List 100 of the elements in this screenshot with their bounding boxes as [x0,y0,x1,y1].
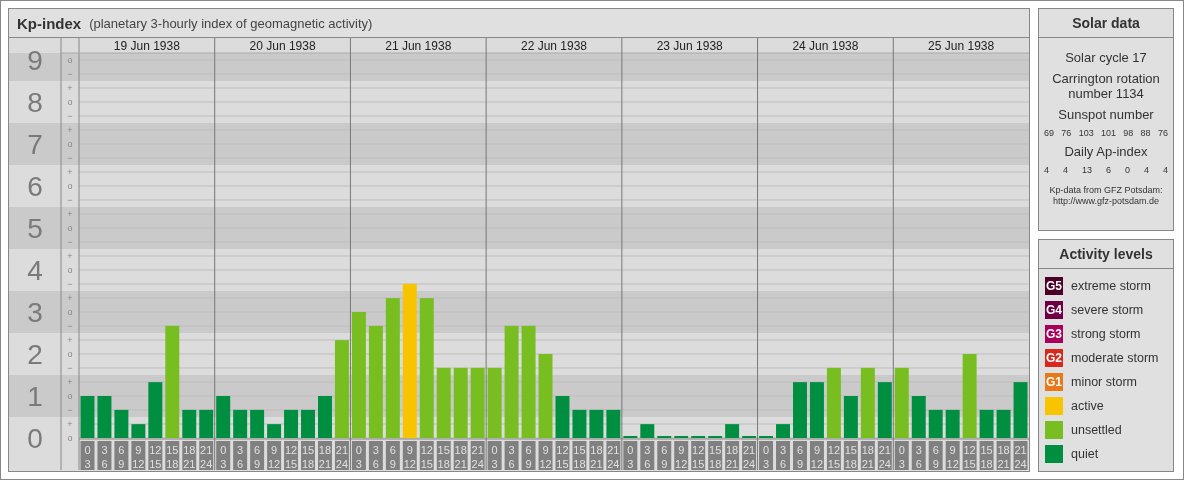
kp-bar [216,396,231,438]
ap-value: 6 [1105,165,1111,175]
time-slot-label: 18 21 [182,441,197,470]
time-slot-label: 9 12 [267,441,282,470]
time-slot-label: 0 3 [894,441,909,470]
sub-level-label: o [67,181,73,191]
time-slot-label: 6 9 [385,441,400,470]
sub-level-label: + [67,125,73,135]
sub-level-label: − [67,69,73,79]
kp-level-label: 5 [27,213,43,244]
kp-bar [80,396,95,438]
level-swatch: G4 [1045,301,1063,319]
time-slot-label: 6 9 [928,441,943,470]
sub-level-label: − [67,153,73,163]
time-slot-label: 0 3 [759,441,774,470]
time-slot-label: 21 24 [1013,441,1028,470]
sub-level-label: − [67,321,73,331]
kp-bar [793,382,807,438]
kp-bar [1013,382,1028,438]
kp-bar [284,409,299,438]
time-slot-label: 21 24 [470,441,485,470]
date-label: 24 Jun 1938 [792,39,859,53]
sub-level-label: − [67,111,73,121]
time-slot-label: 9 12 [131,441,146,470]
sub-level-label: + [67,167,73,177]
time-slot-label: 12 15 [284,441,299,470]
time-slot-label: 12 15 [962,441,977,470]
time-slot-label: 3 6 [368,441,383,470]
source-note: Kp-data from GFZ Potsdam: [1049,185,1163,196]
sunspot-value: 76 [1061,128,1072,138]
time-slot-label: 3 6 [233,441,248,470]
kp-level-label: 2 [27,339,43,370]
time-slot-label: 15 18 [436,441,451,470]
time-slot-label: 15 18 [165,441,180,470]
sunspot-value: 98 [1123,128,1134,138]
sunspot-value: 88 [1140,128,1151,138]
level-label: active [1071,399,1104,413]
level-swatch: G3 [1045,325,1063,343]
sunspot-value: 101 [1100,128,1116,138]
ap-value: 4 [1162,165,1168,175]
sunspot-heading: Sunspot number [1057,107,1155,122]
time-slot-label: 18 21 [318,441,332,470]
level-swatch: G1 [1045,373,1063,391]
time-slot-label: 15 18 [572,441,587,470]
date-label: 22 Jun 1938 [520,39,588,53]
level-swatch: G5 [1045,277,1063,295]
kp-bar [589,409,604,438]
kp-level-label: 8 [27,87,43,118]
time-slot-label: 18 21 [996,441,1011,470]
chart-title: Kp-index [17,14,82,32]
time-slot-label: 21 24 [742,441,757,470]
sub-level-label: − [67,195,73,205]
time-slot-label: 3 6 [911,441,926,470]
level-swatch: G2 [1045,349,1063,367]
kp-bar [640,424,655,438]
sub-level-label: + [67,419,73,429]
time-slot-label: 21 24 [199,441,214,470]
source-url: http://www.gfz-potsdam.de [1052,196,1160,207]
sub-level-label: + [67,83,73,93]
kp-bar [809,382,824,438]
kp-bar [843,396,858,438]
kp-level-label: 0 [27,423,43,454]
time-slot-label: 9 12 [538,441,553,470]
time-slot-label: 18 21 [725,441,740,470]
time-slot-label: 3 6 [776,441,790,470]
sunspot-value: 103 [1078,128,1094,138]
kp-level-label: 4 [27,255,43,286]
kp-level-label: 3 [27,297,43,328]
kp-level-label: 6 [27,171,43,202]
time-slot-label: 0 3 [351,441,366,470]
sub-level-label: − [67,363,73,373]
panel-title: Activity levels [1039,240,1173,269]
kp-level-label: 9 [27,45,43,76]
sub-level-label: o [67,307,73,317]
ap-heading: Daily Ap-index [1063,144,1149,159]
time-slot-label: 6 9 [521,441,536,470]
time-slot-label: 18 21 [860,441,875,470]
sub-level-label: o [67,265,73,275]
time-slot-label: 9 12 [674,441,689,470]
time-slot-label: 6 9 [114,441,129,470]
kp-bar [877,382,892,438]
level-label: extreme storm [1071,279,1151,293]
time-slot-label: 6 9 [250,441,265,470]
kp-bar [114,409,129,438]
kp-bar [148,382,163,438]
time-slot-label: 12 15 [148,441,163,470]
time-slot-label: 18 21 [453,441,468,470]
sub-level-label: + [67,251,73,261]
level-label: strong storm [1071,327,1141,341]
time-slot-label: 12 15 [419,441,434,470]
sub-level-label: − [67,237,73,247]
kp-bar [97,396,112,438]
sub-level-label: o [67,55,73,65]
date-label: 21 Jun 1938 [385,39,452,53]
time-slot-label: 21 24 [334,441,349,470]
kp-bar [267,424,282,438]
date-label: 19 Jun 1938 [113,39,180,53]
kp-bar [250,409,265,438]
level-label: severe storm [1071,303,1144,317]
sub-level-label: − [67,405,73,415]
